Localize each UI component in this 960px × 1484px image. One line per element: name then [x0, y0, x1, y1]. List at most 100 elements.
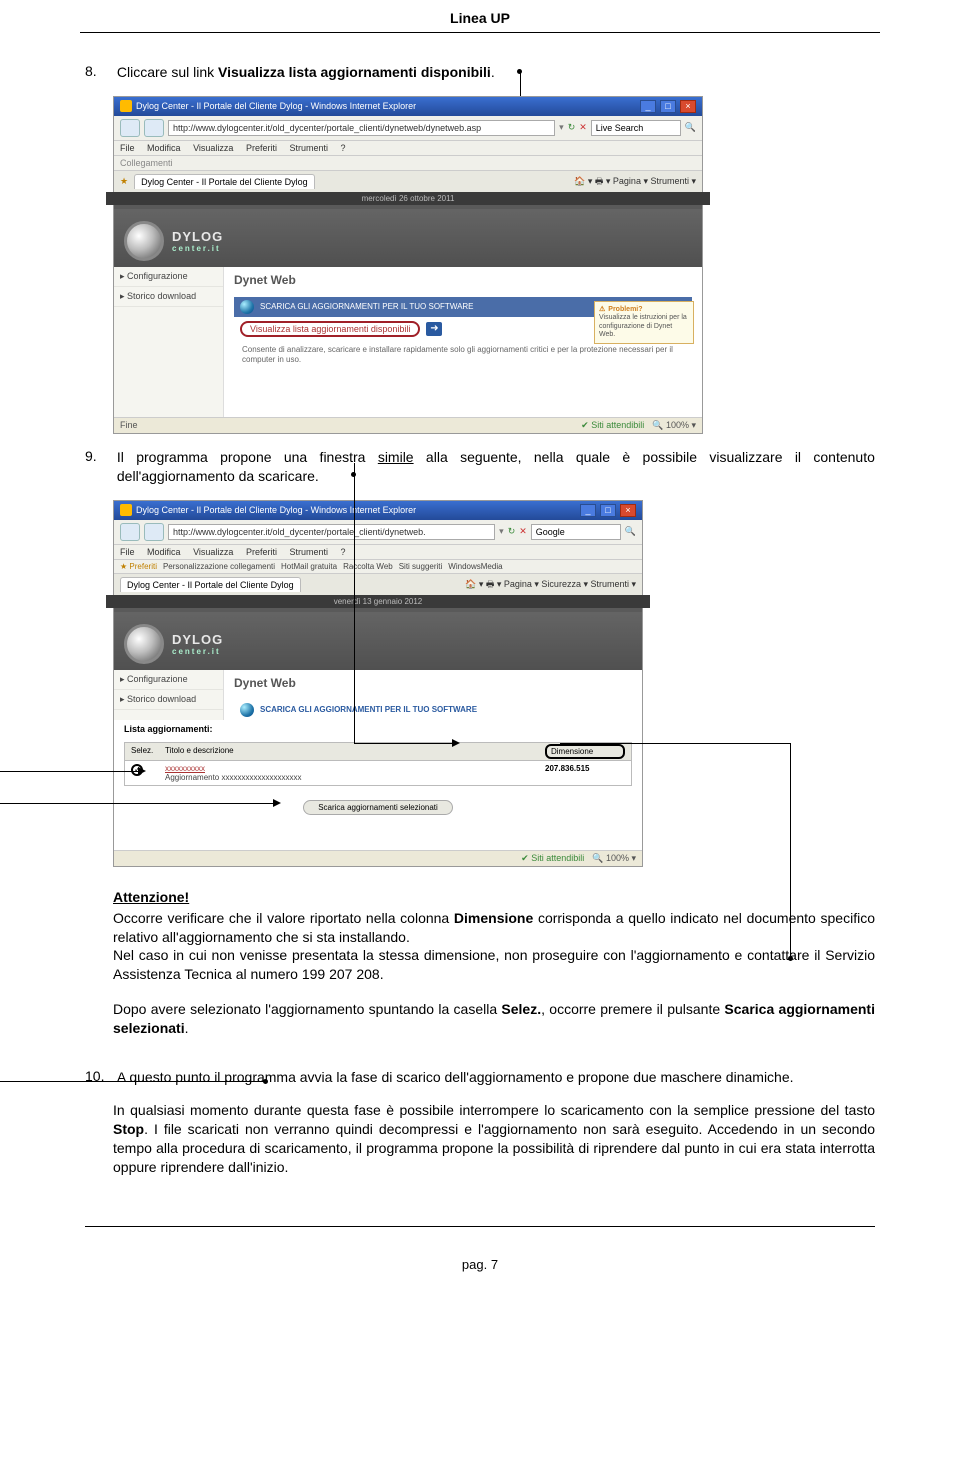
logo-text: DYLOG center.it: [172, 229, 223, 253]
attention-text-2: Nel caso in cui non venisse presentata l…: [113, 946, 875, 984]
maximize-button[interactable]: □: [660, 100, 676, 113]
step-text: Il programma propone una finestra simile…: [117, 448, 875, 486]
annotation-dot: [788, 956, 793, 961]
url-field[interactable]: http://www.dylogcenter.it/old_dycenter/p…: [168, 524, 495, 540]
cell-selez[interactable]: [131, 764, 165, 782]
back-button[interactable]: [120, 119, 140, 137]
screenshot-2: Dylog Center - Il Portale del Cliente Dy…: [113, 500, 643, 867]
forward-button[interactable]: [144, 523, 164, 541]
main-column: Dynet Web SCARICA GLI AGGIORNAMENTI PER …: [224, 267, 702, 417]
maximize-button[interactable]: □: [600, 504, 616, 517]
menu-help[interactable]: ?: [341, 143, 346, 153]
fav-item[interactable]: HotMail gratuita: [281, 562, 337, 571]
address-bar: http://www.dylogcenter.it/old_dycenter/p…: [114, 116, 702, 141]
fav-item[interactable]: Raccolta Web: [343, 562, 393, 571]
menu-preferiti[interactable]: Preferiti: [246, 143, 277, 153]
col-titolo: Titolo e descrizione: [165, 746, 545, 757]
favorites-bar: ★ Preferiti Personalizzazione collegamen…: [114, 560, 642, 574]
url-field[interactable]: http://www.dylogcenter.it/old_dycenter/p…: [168, 120, 555, 136]
window-titlebar: Dylog Center - Il Portale del Cliente Dy…: [114, 97, 702, 116]
window-title: Dylog Center - Il Portale del Cliente Dy…: [136, 101, 416, 111]
menu-strumenti[interactable]: Strumenti: [289, 547, 328, 557]
site-banner: venerdì 13 gennaio 2012 DYLOG center.it: [114, 597, 642, 670]
sidebar-item-config[interactable]: ▸ Configurazione: [114, 267, 223, 287]
search-field[interactable]: Live Search: [591, 120, 681, 136]
table-row: xxxxxxxxxx Aggiornamento xxxxxxxxxxxxxxx…: [125, 761, 631, 785]
annotation-line: [354, 463, 355, 743]
menu-bar: File Modifica Visualizza Preferiti Strum…: [114, 545, 642, 560]
sidebar-item-storico[interactable]: ▸ Storico download: [114, 690, 223, 710]
page-heading: Dynet Web: [234, 676, 632, 690]
arrowhead-icon: [138, 767, 146, 775]
menu-strumenti[interactable]: Strumenti: [289, 143, 328, 153]
zoom-level[interactable]: 🔍 100% ▾: [592, 853, 636, 864]
address-bar: http://www.dylogcenter.it/old_dycenter/p…: [114, 520, 642, 545]
browser-tab[interactable]: Dylog Center - Il Portale del Cliente Dy…: [134, 174, 315, 189]
close-button[interactable]: ×: [620, 504, 636, 517]
tab-bar: ★ Dylog Center - Il Portale del Cliente …: [114, 171, 702, 194]
highlight-oval: Visualizza lista aggiornamenti disponibi…: [240, 321, 420, 337]
go-button[interactable]: ➜: [426, 322, 442, 336]
scarica-button[interactable]: Scarica aggiornamenti selezionati: [303, 800, 453, 815]
download-banner: SCARICA GLI AGGIORNAMENTI PER IL TUO SOF…: [234, 700, 632, 720]
fav-item[interactable]: WindowsMedia: [448, 562, 502, 571]
toolbar-tools[interactable]: 🏠 ▾ 🖶 ▾ Pagina ▾ Strumenti ▾: [574, 174, 696, 190]
t: .: [491, 64, 495, 80]
forward-button[interactable]: [144, 119, 164, 137]
search-field[interactable]: Google: [531, 524, 621, 540]
attention-title: Attenzione!: [113, 889, 875, 905]
app-icon: [120, 100, 132, 112]
zoom-level[interactable]: 🔍 100% ▾: [652, 420, 696, 431]
table-header: Selez. Titolo e descrizione Dimensione: [125, 743, 631, 761]
help-callout: ⚠ Problemi? Visualizza le istruzioni per…: [594, 301, 694, 345]
favorites-icon[interactable]: ★ Preferiti: [120, 562, 157, 571]
step-10: 10. A questo punto il programma avvia la…: [85, 1068, 875, 1087]
date-bar: venerdì 13 gennaio 2012: [106, 595, 650, 608]
step-num: 9.: [85, 448, 113, 464]
sidebar: ▸ Configurazione ▸ Storico download: [114, 670, 224, 720]
step-num: 8.: [85, 63, 113, 79]
browser-tab[interactable]: Dylog Center - Il Portale del Cliente Dy…: [120, 577, 301, 592]
cell-titolo: xxxxxxxxxx Aggiornamento xxxxxxxxxxxxxxx…: [165, 764, 545, 782]
zone-trusted: ✔ Siti attendibili: [581, 420, 644, 431]
link-name: Visualizza lista aggiornamenti disponibi…: [218, 64, 491, 80]
links-bar: Collegamenti: [114, 156, 702, 171]
sidebar-item-storico[interactable]: ▸ Storico download: [114, 287, 223, 307]
minimize-button[interactable]: _: [640, 100, 656, 113]
arrowhead-icon: [273, 799, 281, 807]
sidebar-item-config[interactable]: ▸ Configurazione: [114, 670, 223, 690]
annotation-line: [790, 743, 791, 958]
annotation-line: [354, 743, 454, 744]
tab-bar: Dylog Center - Il Portale del Cliente Dy…: [114, 574, 642, 597]
menu-visualizza[interactable]: Visualizza: [193, 547, 233, 557]
annotation-line: [560, 743, 790, 744]
menu-file[interactable]: File: [120, 547, 135, 557]
minimize-button[interactable]: _: [580, 504, 596, 517]
attention-block: Attenzione! Occorre verificare che il va…: [113, 889, 875, 985]
fav-item[interactable]: Siti suggeriti: [399, 562, 443, 571]
status-bar: Fine ✔ Siti attendibili 🔍 100% ▾: [114, 417, 702, 433]
back-button[interactable]: [120, 523, 140, 541]
fav-item[interactable]: Personalizzazione collegamenti: [163, 562, 275, 571]
step-8: 8. Cliccare sul link Visualizza lista ag…: [85, 63, 875, 82]
annotation-line: [0, 771, 140, 772]
step-num: 10.: [85, 1068, 113, 1084]
window-titlebar: Dylog Center - Il Portale del Cliente Dy…: [114, 501, 642, 520]
menu-help[interactable]: ?: [341, 547, 346, 557]
main-column: Dynet Web SCARICA GLI AGGIORNAMENTI PER …: [224, 670, 642, 720]
help-text: Consente di analizzare, scaricare e inst…: [234, 341, 692, 370]
toolbar-tools[interactable]: 🏠 ▾ 🖶 ▾ Pagina ▾ Sicurezza ▾ Strumenti ▾: [465, 577, 636, 593]
menu-visualizza[interactable]: Visualizza: [193, 143, 233, 153]
logo-icon: [124, 624, 164, 664]
site-banner: mercoledì 26 ottobre 2011 DYLOG center.i…: [114, 194, 702, 267]
menu-file[interactable]: File: [120, 143, 135, 153]
menu-bar: File Modifica Visualizza Preferiti Strum…: [114, 141, 702, 156]
arrowhead-icon: [452, 739, 460, 747]
close-button[interactable]: ×: [680, 100, 696, 113]
menu-modifica[interactable]: Modifica: [147, 547, 181, 557]
menu-modifica[interactable]: Modifica: [147, 143, 181, 153]
menu-preferiti[interactable]: Preferiti: [246, 547, 277, 557]
visualizza-link[interactable]: Visualizza lista aggiornamenti disponibi…: [250, 324, 410, 334]
cell-dimensione: 207.836.515: [545, 764, 625, 782]
t-underline: simile: [378, 449, 414, 465]
